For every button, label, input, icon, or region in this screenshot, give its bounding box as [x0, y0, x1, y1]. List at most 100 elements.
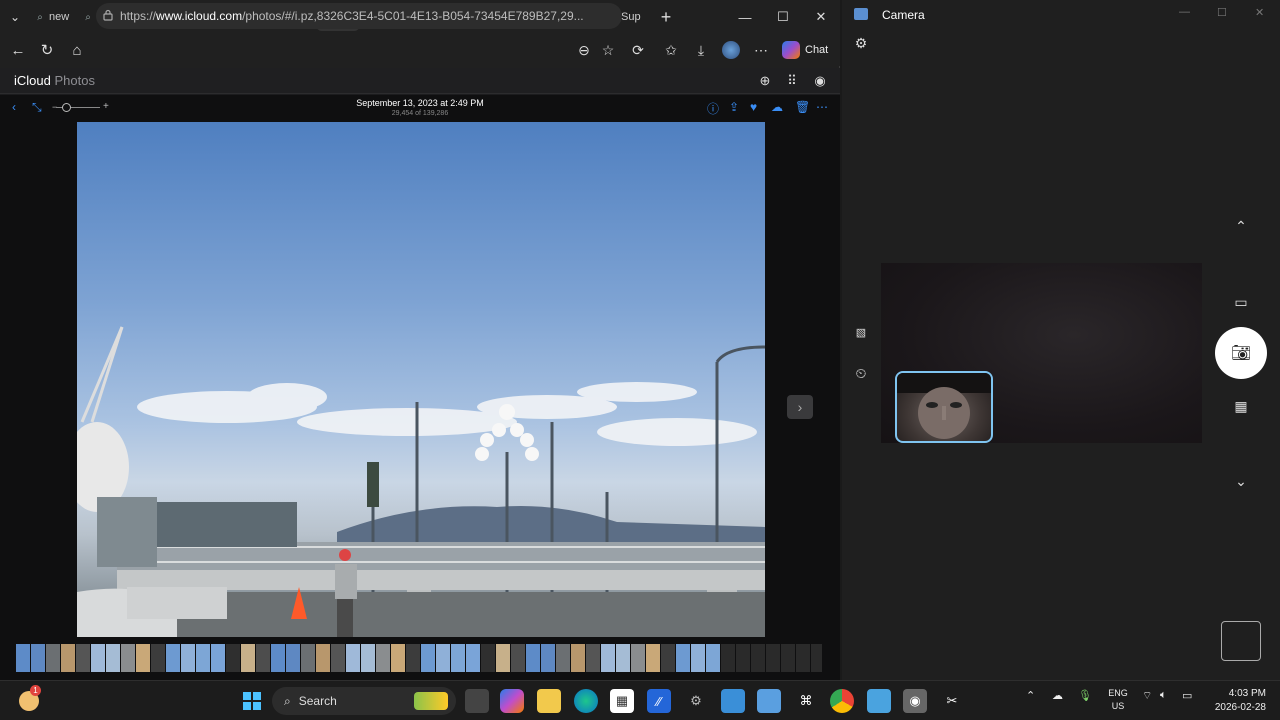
filmstrip-thumbnail[interactable]: [301, 644, 315, 672]
add-icon[interactable]: ⊕: [755, 71, 775, 91]
fullscreen-icon[interactable]: ⤡: [32, 100, 42, 115]
browser-tab[interactable]: ⌕ new: [30, 3, 76, 31]
camera-maximize-button[interactable]: ☐: [1217, 6, 1227, 19]
filmstrip-thumbnail[interactable]: [271, 644, 285, 672]
filmstrip-thumbnail[interactable]: [286, 644, 300, 672]
profile-avatar-icon[interactable]: [717, 34, 745, 66]
chrome-icon[interactable]: [830, 689, 854, 713]
image-viewer-icon[interactable]: [867, 689, 891, 713]
filmstrip-thumbnail[interactable]: [226, 644, 240, 672]
gallery-thumbnail-button[interactable]: [1221, 621, 1261, 661]
camera-close-button[interactable]: ✕: [1255, 6, 1264, 19]
file-explorer-icon[interactable]: [537, 689, 561, 713]
filmstrip-thumbnail[interactable]: [796, 644, 810, 672]
filmstrip-thumbnail[interactable]: [91, 644, 105, 672]
downloads-icon[interactable]: ⤓: [687, 34, 715, 66]
filmstrip-thumbnail[interactable]: [151, 644, 165, 672]
filmstrip-thumbnail[interactable]: [601, 644, 615, 672]
back-arrow-icon[interactable]: ‹: [12, 100, 16, 114]
filmstrip-thumbnail[interactable]: [316, 644, 330, 672]
favorite-heart-icon[interactable]: ♥: [750, 100, 757, 114]
filmstrip-thumbnail[interactable]: [496, 644, 510, 672]
filmstrip-thumbnail[interactable]: [121, 644, 135, 672]
filmstrip-thumbnail[interactable]: [211, 644, 225, 672]
filmstrip-thumbnail[interactable]: [706, 644, 720, 672]
filmstrip-thumbnail[interactable]: [46, 644, 60, 672]
filmstrip-thumbnail[interactable]: [376, 644, 390, 672]
filmstrip-thumbnail[interactable]: [436, 644, 450, 672]
settings-icon[interactable]: ⚙: [684, 689, 708, 713]
favorites-icon[interactable]: ✩: [657, 34, 685, 66]
filmstrip[interactable]: [16, 644, 822, 672]
qr-scan-icon[interactable]: ▦: [1229, 394, 1253, 418]
extensions-icon[interactable]: ⟳: [624, 34, 652, 66]
filmstrip-thumbnail[interactable]: [526, 644, 540, 672]
filmstrip-thumbnail[interactable]: [166, 644, 180, 672]
filmstrip-thumbnail[interactable]: [661, 644, 675, 672]
video-mode-icon[interactable]: ▭: [1229, 290, 1253, 314]
filmstrip-thumbnail[interactable]: [676, 644, 690, 672]
filmstrip-thumbnail[interactable]: [451, 644, 465, 672]
filmstrip-thumbnail[interactable]: [541, 644, 555, 672]
filmstrip-thumbnail[interactable]: [331, 644, 345, 672]
copilot-chat-button[interactable]: Chat: [782, 39, 828, 61]
filmstrip-thumbnail[interactable]: [241, 644, 255, 672]
filmstrip-thumbnail[interactable]: [406, 644, 420, 672]
zoom-slider-knob[interactable]: [62, 103, 71, 112]
filmstrip-thumbnail[interactable]: [556, 644, 570, 672]
close-window-button[interactable]: ✕: [802, 0, 840, 34]
filmstrip-thumbnail[interactable]: [721, 644, 735, 672]
info-icon[interactable]: ⓘ: [707, 100, 719, 117]
tab-actions-menu-button[interactable]: ⌄: [0, 0, 30, 34]
delete-icon[interactable]: 🗑: [795, 100, 810, 114]
filmstrip-thumbnail[interactable]: [616, 644, 630, 672]
filmstrip-thumbnail[interactable]: [811, 644, 822, 672]
filmstrip-thumbnail[interactable]: [361, 644, 375, 672]
taskbar-search-box[interactable]: ⌕ Search: [272, 687, 456, 715]
capcut-icon[interactable]: ⌘: [794, 689, 818, 713]
filmstrip-thumbnail[interactable]: [571, 644, 585, 672]
filmstrip-thumbnail[interactable]: [136, 644, 150, 672]
camera-taskbar-icon[interactable]: ◉: [903, 689, 927, 713]
filmstrip-thumbnail[interactable]: [646, 644, 660, 672]
tray-overflow-chevron-icon[interactable]: ⌃: [1026, 689, 1035, 702]
microphone-icon[interactable]: 🎙︎: [1078, 689, 1092, 702]
account-icon[interactable]: ◉: [810, 71, 830, 91]
more-options-icon[interactable]: ⋯: [816, 100, 828, 114]
filmstrip-thumbnail[interactable]: [391, 644, 405, 672]
filmstrip-thumbnail[interactable]: [631, 644, 645, 672]
download-cloud-icon[interactable]: ☁: [771, 100, 783, 114]
zoom-in-icon[interactable]: +: [103, 101, 109, 112]
microsoft-store-icon[interactable]: ▦: [610, 689, 634, 713]
hdr-off-icon[interactable]: ▧: [849, 320, 873, 344]
filmstrip-thumbnail[interactable]: [16, 644, 30, 672]
timer-off-icon[interactable]: ⏲: [849, 361, 873, 385]
next-photo-button[interactable]: ›: [787, 395, 813, 419]
more-menu-icon[interactable]: ⋯: [747, 34, 775, 66]
edge-browser-icon[interactable]: [574, 689, 598, 713]
start-windows-icon[interactable]: [240, 689, 264, 713]
share-icon[interactable]: ⇪: [729, 100, 739, 114]
mail-app-icon[interactable]: [757, 689, 781, 713]
take-photo-button[interactable]: 📷︎: [1215, 327, 1267, 379]
filmstrip-thumbnail[interactable]: [511, 644, 525, 672]
snipping-tool-icon[interactable]: ✂: [940, 689, 964, 713]
filmstrip-thumbnail[interactable]: [766, 644, 780, 672]
filmstrip-thumbnail[interactable]: [781, 644, 795, 672]
volume-icon[interactable]: 🔈︎: [1160, 689, 1167, 702]
task-view-icon[interactable]: [465, 689, 489, 713]
camera-minimize-button[interactable]: —: [1179, 6, 1190, 18]
app-grid-icon[interactable]: ⠿: [782, 71, 802, 91]
language-indicator[interactable]: ENG US: [1106, 687, 1130, 713]
url-field[interactable]: https://www.icloud.com/photos/#/i.pz,832…: [96, 3, 622, 29]
filmstrip-thumbnail[interactable]: [31, 644, 45, 672]
filmstrip-thumbnail[interactable]: [76, 644, 90, 672]
filmstrip-thumbnail[interactable]: [421, 644, 435, 672]
icloud-brand[interactable]: iCloud Photos: [14, 73, 95, 88]
filmstrip-thumbnail[interactable]: [346, 644, 360, 672]
filmstrip-thumbnail[interactable]: [466, 644, 480, 672]
settings-gear-icon[interactable]: ⚙: [849, 31, 873, 55]
onedrive-icon[interactable]: ☁: [1052, 689, 1063, 702]
home-button[interactable]: ⌂: [62, 35, 92, 65]
wifi-icon[interactable]: ⌔: [1142, 689, 1152, 703]
